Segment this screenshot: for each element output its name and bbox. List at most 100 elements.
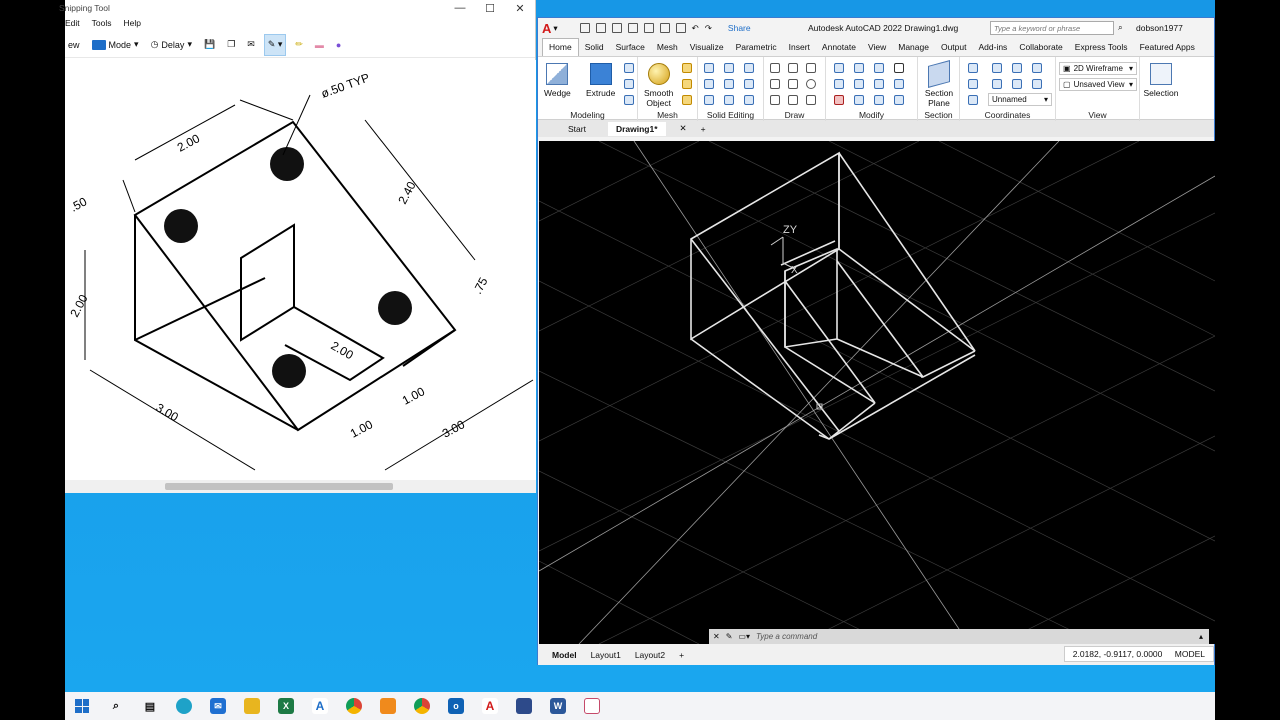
rectangle-icon[interactable]	[788, 95, 798, 105]
tool-icon[interactable]	[724, 63, 734, 73]
tab-output[interactable]: Output	[935, 42, 973, 52]
redo-icon[interactable]: ↷	[705, 23, 712, 34]
app-icon[interactable]	[371, 692, 405, 720]
tool-icon[interactable]	[854, 63, 864, 73]
save-icon[interactable]	[611, 23, 622, 33]
wedge-button[interactable]: Wedge	[544, 63, 571, 98]
command-input[interactable]: Type a command	[756, 632, 817, 641]
tab-view[interactable]: View	[862, 42, 892, 52]
word-icon[interactable]: W	[541, 692, 575, 720]
tool-icon[interactable]	[834, 79, 844, 89]
mode-button[interactable]: Mode ▾	[89, 34, 142, 56]
coordinate-readout[interactable]: 2.0182, -0.9117, 0.0000	[1073, 649, 1163, 659]
pen-icon[interactable]: ✎ ▾	[263, 33, 287, 56]
tool-icon[interactable]	[624, 63, 634, 73]
new-tab-icon[interactable]: +	[701, 124, 706, 134]
panel-label-view[interactable]: View	[1056, 110, 1139, 120]
minimize-icon[interactable]: —	[445, 2, 475, 15]
panel-label-modify[interactable]: Modify	[826, 110, 917, 120]
panel-label-coordinates[interactable]: Coordinates	[960, 110, 1055, 120]
autocad-logo-icon[interactable]: A	[542, 21, 551, 36]
highlighter-icon[interactable]: ✏	[292, 34, 306, 56]
save-web-icon[interactable]	[659, 23, 670, 33]
horizontal-scrollbar[interactable]	[65, 480, 536, 493]
tool-icon[interactable]	[704, 79, 714, 89]
selection-button[interactable]: Selection	[1141, 63, 1181, 98]
drawing-viewport[interactable]: ZY X ✕ ✎ ▭▾ Type a command ▴	[539, 141, 1215, 644]
panel-label-modeling[interactable]: Modeling	[538, 110, 637, 120]
wrench-icon[interactable]: ✎	[726, 632, 733, 641]
task-view-icon[interactable]: ▤	[133, 692, 167, 720]
tab-annotate[interactable]: Annotate	[816, 42, 862, 52]
panel-label-section[interactable]: Section	[918, 110, 959, 120]
tool-icon[interactable]	[1032, 63, 1042, 73]
panel-label-solid-editing[interactable]: Solid Editing	[698, 110, 763, 120]
smooth-object-button[interactable]: Smooth Object	[644, 63, 673, 108]
file-explorer-icon[interactable]	[235, 692, 269, 720]
menu-tools[interactable]: Tools	[92, 18, 112, 32]
save-as-icon[interactable]	[627, 23, 638, 33]
scroll-thumb[interactable]	[165, 483, 393, 490]
close-icon[interactable]: ✕	[713, 632, 720, 641]
view-dropdown[interactable]: ▢ Unsaved View ▾	[1059, 78, 1137, 91]
share-button[interactable]: Share	[728, 23, 751, 33]
tab-manage[interactable]: Manage	[892, 42, 935, 52]
wireframe-model[interactable]	[690, 151, 976, 440]
section-plane-button[interactable]: Section Plane	[919, 60, 959, 108]
tab-layout2[interactable]: Layout2	[635, 650, 665, 660]
tool-icon[interactable]	[968, 79, 978, 89]
tool-icon[interactable]	[894, 95, 904, 105]
excel-icon[interactable]: X	[269, 692, 303, 720]
tool-icon[interactable]	[1032, 79, 1042, 89]
command-history-icon[interactable]: ▭▾	[738, 632, 750, 641]
tool-icon[interactable]	[894, 79, 904, 89]
tool-icon[interactable]	[894, 63, 904, 73]
tab-model[interactable]: Model	[552, 650, 577, 660]
tool-icon[interactable]	[1012, 63, 1022, 73]
help-search-input[interactable]: Type a keyword or phrase	[990, 21, 1114, 35]
menu-help[interactable]: Help	[124, 18, 141, 32]
close-tab-icon[interactable]: ✕	[680, 123, 687, 134]
tool-icon[interactable]	[624, 79, 634, 89]
tab-add-ins[interactable]: Add-ins	[972, 42, 1013, 52]
snip-icon[interactable]	[575, 692, 609, 720]
extrude-button[interactable]: Extrude	[586, 63, 615, 98]
undo-icon[interactable]: ↶	[692, 23, 699, 34]
tool-icon[interactable]	[744, 79, 754, 89]
tool-icon[interactable]	[992, 79, 1002, 89]
tab-solid[interactable]: Solid	[579, 42, 610, 52]
outlook-icon[interactable]: o	[439, 692, 473, 720]
copy-icon[interactable]: ❐	[224, 34, 238, 56]
chrome-icon[interactable]	[405, 692, 439, 720]
search-icon[interactable]: ⌕	[1118, 22, 1123, 33]
tab-insert[interactable]: Insert	[783, 42, 816, 52]
panel-label-draw[interactable]: Draw	[764, 110, 825, 120]
command-line[interactable]: ✕ ✎ ▭▾ Type a command ▴	[709, 629, 1209, 644]
tool-icon[interactable]	[1012, 79, 1022, 89]
circle-icon[interactable]	[806, 79, 816, 89]
eraser-icon[interactable]: ▬	[312, 34, 327, 56]
tool-icon[interactable]	[744, 63, 754, 73]
edge-icon[interactable]	[167, 692, 201, 720]
save-icon[interactable]: 💾	[201, 34, 218, 56]
arc-icon[interactable]	[806, 63, 816, 73]
search-icon[interactable]: ⌕	[99, 692, 133, 720]
delay-button[interactable]: ◷ Delay ▾	[148, 34, 195, 56]
tool-icon[interactable]	[834, 95, 844, 105]
expand-icon[interactable]: ▴	[1199, 632, 1203, 641]
autocad-icon[interactable]: A	[473, 692, 507, 720]
new-file-icon[interactable]	[579, 23, 590, 33]
new-button[interactable]: ew	[65, 34, 83, 56]
tool-icon[interactable]	[724, 95, 734, 105]
open-file-icon[interactable]	[595, 23, 606, 33]
rotate-icon[interactable]	[874, 79, 884, 89]
tab-parametric[interactable]: Parametric	[730, 42, 783, 52]
tool-icon[interactable]	[874, 95, 884, 105]
tab-collaborate[interactable]: Collaborate	[1013, 42, 1068, 52]
file-tab-drawing1[interactable]: Drawing1*	[607, 121, 666, 136]
tool-icon[interactable]	[724, 79, 734, 89]
close-icon[interactable]: ✕	[505, 2, 535, 15]
open-web-icon[interactable]	[643, 23, 654, 33]
file-tab-start[interactable]: Start	[560, 122, 594, 136]
maximize-icon[interactable]: ☐	[475, 2, 505, 15]
